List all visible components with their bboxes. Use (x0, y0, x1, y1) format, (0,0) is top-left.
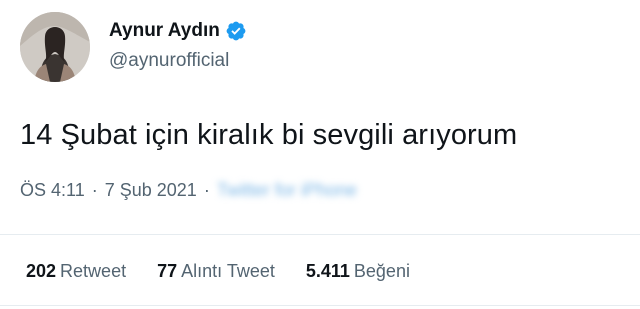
like-count-link[interactable]: 5.411 Beğeni (306, 261, 410, 282)
quote-tweet-label: Alıntı Tweet (181, 261, 275, 281)
display-name: Aynur Aydın (109, 20, 220, 41)
tweet-stats: 202 Retweet 77 Alıntı Tweet 5.411 Beğeni (26, 261, 441, 282)
meta-separator: · (91, 180, 98, 200)
tweet-time[interactable]: ÖS 4:11 (20, 180, 85, 201)
retweet-count-link[interactable]: 202 Retweet (26, 261, 126, 282)
tweet-text: 14 Şubat için kiralık bi sevgili arıyoru… (20, 119, 518, 151)
verified-badge-icon (225, 20, 247, 42)
tweet-source[interactable]: Twitter for iPhone (217, 180, 357, 201)
like-count: 5.411 (305, 261, 350, 281)
meta-separator: · (203, 180, 210, 200)
tweet-card: Aynur Aydın @aynurofficial 14 Şubat için… (0, 0, 640, 309)
user-handle[interactable]: @aynurofficial (109, 50, 229, 72)
tweet-date[interactable]: 7 Şub 2021 (105, 180, 197, 201)
retweet-label: Retweet (60, 261, 127, 281)
like-label: Beğeni (353, 261, 410, 281)
profile-photo-icon (20, 12, 90, 82)
quote-tweet-count-link[interactable]: 77 Alıntı Tweet (157, 261, 275, 282)
display-name-row[interactable]: Aynur Aydın (109, 20, 247, 42)
quote-tweet-count: 77 (157, 261, 178, 281)
retweet-count: 202 (26, 261, 57, 281)
divider (0, 234, 640, 235)
tweet-metadata: ÖS 4:11 · 7 Şub 2021 · Twitter for iPhon… (20, 180, 357, 201)
avatar[interactable] (20, 12, 90, 82)
divider (0, 305, 640, 306)
